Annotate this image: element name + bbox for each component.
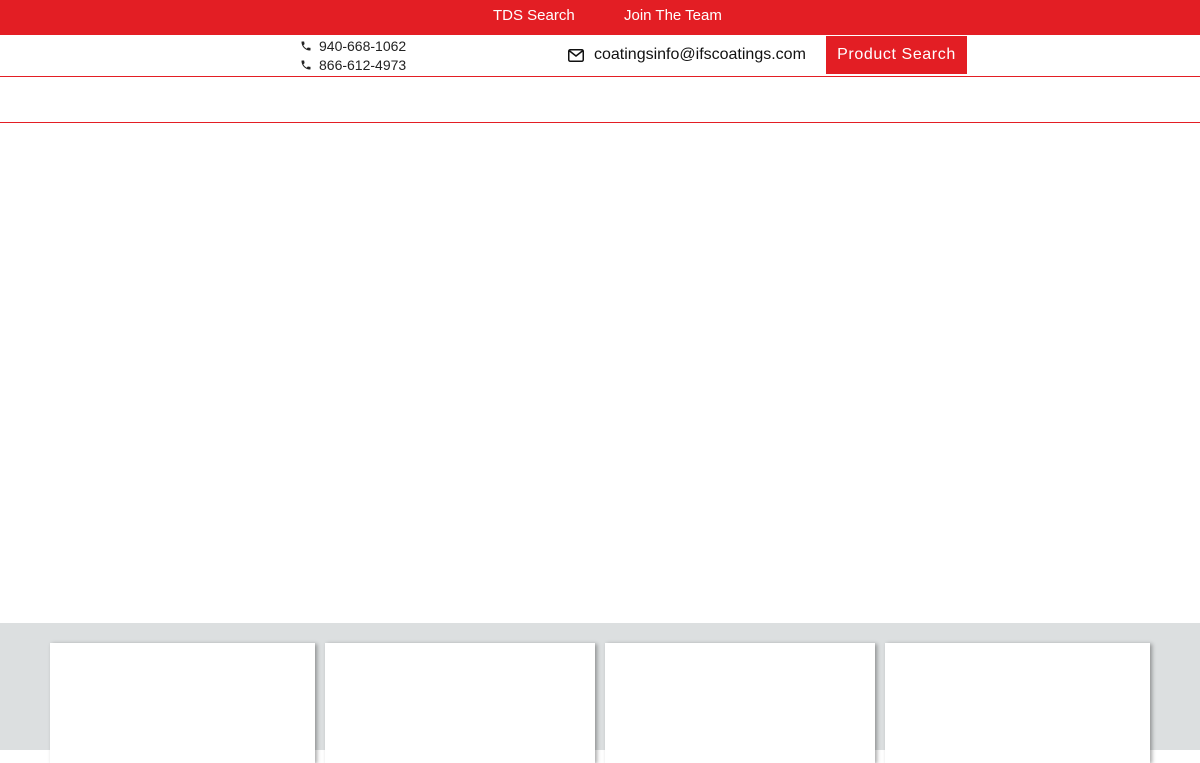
feature-card[interactable] xyxy=(325,643,595,763)
nav-strip xyxy=(0,78,1200,123)
feature-card[interactable] xyxy=(605,643,875,763)
product-search-button[interactable]: Product Search xyxy=(826,36,967,74)
phone-icon xyxy=(301,41,311,51)
tds-search-link[interactable]: TDS Search xyxy=(493,8,575,24)
envelope-icon xyxy=(568,48,584,62)
feature-card[interactable] xyxy=(885,643,1150,763)
top-bar: TDS Search Join The Team xyxy=(0,0,1200,35)
email-address: coatingsinfo@ifscoatings.com xyxy=(594,46,806,63)
phone-number-tollfree: 866-612-4973 xyxy=(319,57,407,73)
feature-card[interactable] xyxy=(50,643,315,763)
phone-link-primary[interactable]: 940-668-1062 xyxy=(300,38,406,54)
join-the-team-link[interactable]: Join The Team xyxy=(624,8,722,24)
cards-section xyxy=(0,623,1200,763)
contact-bar: 940-668-1062 866-612-4973 coatingsinfo@i… xyxy=(0,35,1200,77)
phone-link-tollfree[interactable]: 866-612-4973 xyxy=(300,57,406,73)
phone-number-primary: 940-668-1062 xyxy=(319,38,407,54)
email-link[interactable]: coatingsinfo@ifscoatings.com xyxy=(568,45,806,65)
phone-icon xyxy=(301,60,311,70)
hero-area xyxy=(0,124,1200,623)
